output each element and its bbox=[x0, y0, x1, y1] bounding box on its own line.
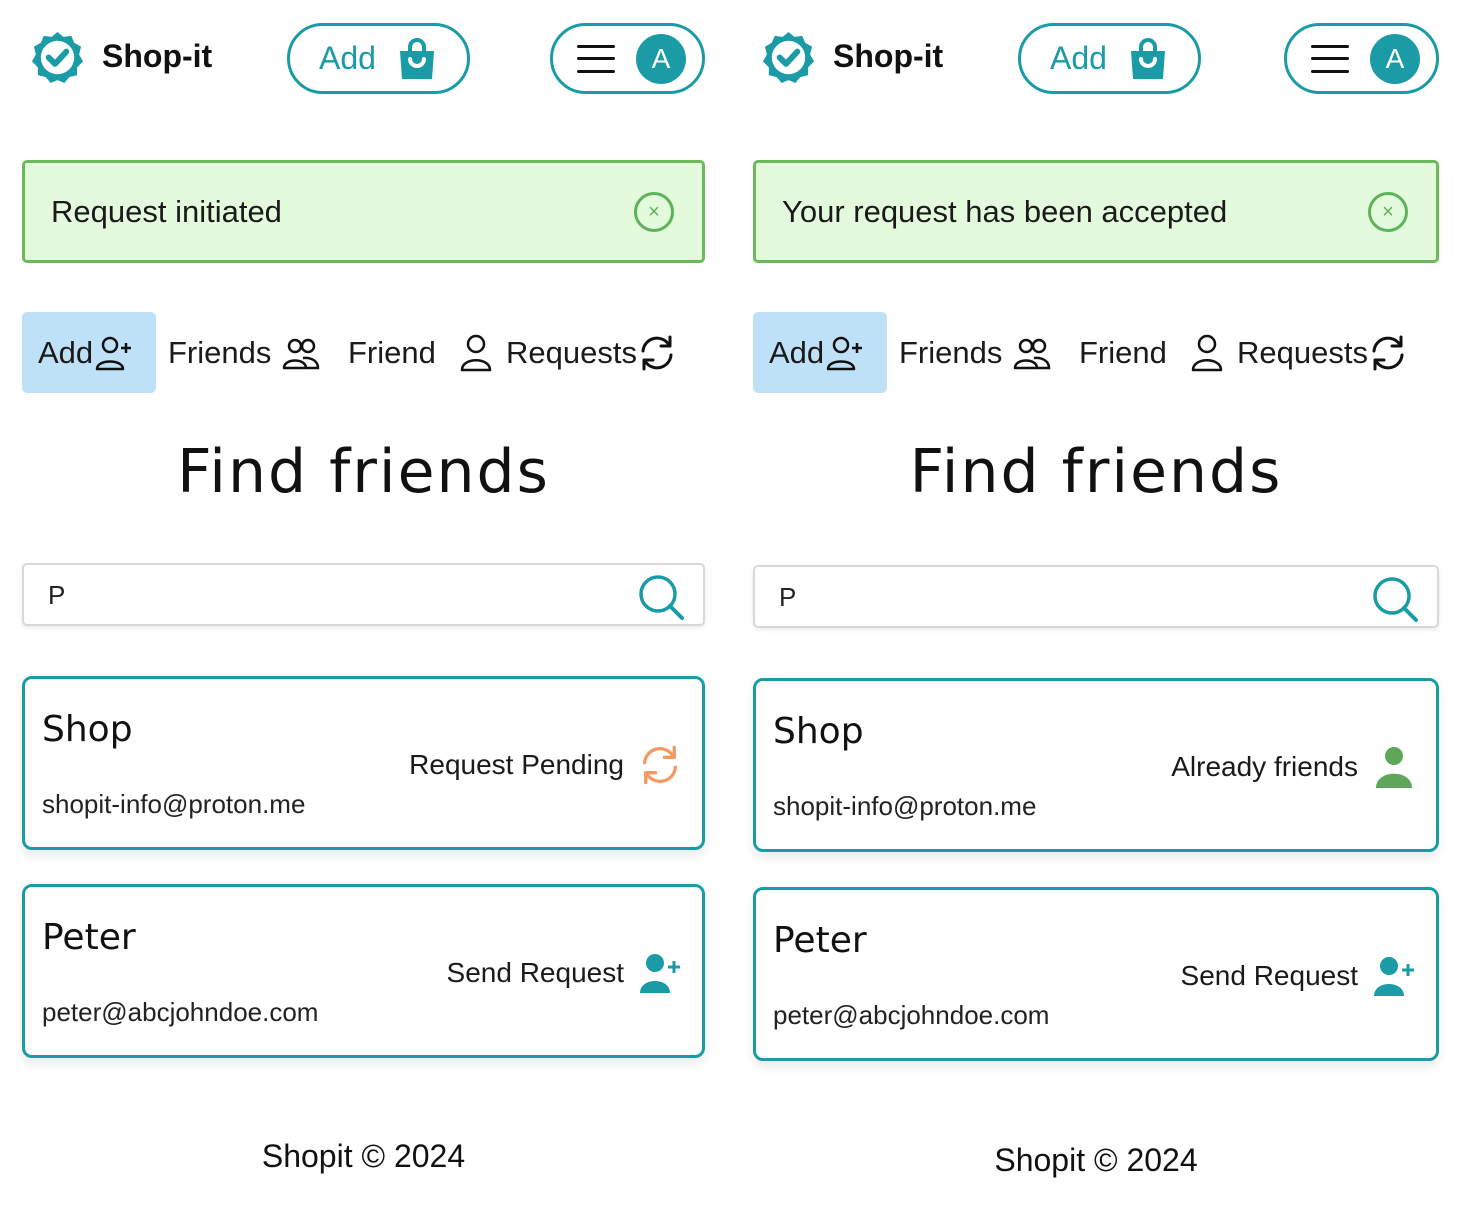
search-input[interactable] bbox=[48, 577, 608, 613]
result-card: Peter peter@abcjohndoe.com Send Request bbox=[22, 884, 705, 1058]
send-request-label: Send Request bbox=[1180, 960, 1358, 991]
user-icon bbox=[1376, 747, 1412, 788]
avatar: A bbox=[1370, 33, 1420, 84]
search-icon[interactable] bbox=[637, 573, 685, 621]
send-request-label: Send Request bbox=[446, 957, 624, 988]
alert-message: Request initiated bbox=[51, 193, 282, 229]
tab-friends[interactable]: Friends bbox=[156, 312, 336, 393]
screen-left: Shop-it Add A Request initiated × Add Fr… bbox=[22, 0, 705, 1218]
result-card: Peter peter@abcjohndoe.com Send Request bbox=[753, 887, 1439, 1061]
send-request-button[interactable]: Send Request bbox=[1181, 954, 1416, 998]
result-card: Shop shopit-info@proton.me Already frien… bbox=[753, 678, 1439, 852]
add-product-button[interactable]: Add bbox=[1018, 23, 1201, 94]
result-name: Shop bbox=[42, 709, 133, 750]
result-email: shopit-info@proton.me bbox=[42, 789, 306, 819]
tab-friends-label: Friends bbox=[168, 334, 272, 370]
tab-bar: Add Friends Friend Requests bbox=[22, 312, 705, 393]
result-name: Peter bbox=[42, 917, 136, 958]
tab-requests-label: Requests bbox=[506, 334, 637, 370]
user-plus-icon bbox=[95, 336, 132, 370]
tab-requests[interactable]: Requests bbox=[1237, 312, 1408, 393]
menu-button[interactable]: A bbox=[550, 23, 705, 94]
brand-name[interactable]: Shop-it bbox=[833, 38, 943, 75]
hamburger-icon bbox=[1311, 44, 1349, 73]
refresh-icon bbox=[642, 745, 678, 785]
verified-logo-icon[interactable] bbox=[30, 30, 85, 85]
verified-logo-icon[interactable] bbox=[761, 30, 816, 85]
already-friends-label: Already friends bbox=[1171, 751, 1358, 782]
add-product-button[interactable]: Add bbox=[287, 23, 470, 94]
result-name: Peter bbox=[773, 920, 867, 961]
close-icon[interactable]: × bbox=[634, 191, 674, 232]
tab-friend[interactable]: Friend bbox=[1067, 312, 1237, 393]
request-pending-status: Request Pending bbox=[409, 743, 682, 787]
alert-banner: Request initiated × bbox=[22, 160, 705, 263]
tab-friend-label: Friend bbox=[1079, 334, 1167, 370]
add-product-label: Add bbox=[1050, 40, 1107, 76]
shopping-bag-icon bbox=[399, 37, 434, 79]
alert-message: Your request has been accepted bbox=[782, 193, 1228, 229]
user-plus-icon bbox=[826, 336, 863, 370]
footer-copyright: Shopit © 2024 bbox=[261, 1138, 466, 1174]
refresh-icon bbox=[1372, 335, 1404, 370]
tab-add[interactable]: Add bbox=[753, 312, 887, 393]
tab-requests-label: Requests bbox=[1237, 334, 1368, 370]
tab-requests[interactable]: Requests bbox=[506, 312, 677, 393]
user-icon bbox=[460, 334, 492, 371]
hamburger-icon bbox=[577, 44, 615, 73]
menu-button[interactable]: A bbox=[1284, 23, 1439, 94]
users-icon bbox=[1014, 338, 1051, 369]
result-email: peter@abcjohndoe.com bbox=[773, 1000, 1050, 1030]
shopping-bag-icon bbox=[1130, 37, 1165, 79]
close-icon[interactable]: × bbox=[1368, 191, 1408, 232]
result-email: shopit-info@proton.me bbox=[773, 791, 1037, 821]
result-card: Shop shopit-info@proton.me Request Pendi… bbox=[22, 676, 705, 850]
user-plus-icon bbox=[1374, 957, 1414, 996]
search-box bbox=[753, 565, 1439, 628]
users-icon bbox=[283, 338, 320, 369]
user-plus-icon bbox=[640, 954, 680, 993]
search-input[interactable] bbox=[779, 579, 1339, 615]
tab-friends-label: Friends bbox=[899, 334, 1003, 370]
result-email: peter@abcjohndoe.com bbox=[42, 997, 319, 1027]
tab-add[interactable]: Add bbox=[22, 312, 156, 393]
avatar: A bbox=[636, 33, 686, 84]
tab-friend[interactable]: Friend bbox=[336, 312, 506, 393]
alert-banner: Your request has been accepted × bbox=[753, 160, 1439, 263]
tab-bar: Add Friends Friend Requests bbox=[753, 312, 1439, 393]
brand-name[interactable]: Shop-it bbox=[102, 38, 212, 75]
footer-copyright: Shopit © 2024 bbox=[994, 1142, 1198, 1178]
already-friends-status: Already friends bbox=[1171, 745, 1416, 789]
send-request-button[interactable]: Send Request bbox=[447, 951, 682, 995]
search-icon[interactable] bbox=[1371, 575, 1419, 623]
tab-add-label: Add bbox=[38, 334, 94, 370]
add-product-label: Add bbox=[319, 40, 376, 76]
user-icon bbox=[1191, 334, 1223, 371]
tab-add-label: Add bbox=[769, 334, 825, 370]
request-pending-label: Request Pending bbox=[409, 749, 624, 780]
tab-friends[interactable]: Friends bbox=[887, 312, 1067, 393]
search-box bbox=[22, 563, 705, 626]
tab-friend-label: Friend bbox=[348, 334, 436, 370]
page-title: Find friends bbox=[177, 437, 550, 507]
result-name: Shop bbox=[773, 711, 864, 752]
page-title: Find friends bbox=[909, 437, 1283, 507]
screen-right: Shop-it Add A Your request has been acce… bbox=[753, 0, 1439, 1218]
refresh-icon bbox=[641, 335, 673, 370]
